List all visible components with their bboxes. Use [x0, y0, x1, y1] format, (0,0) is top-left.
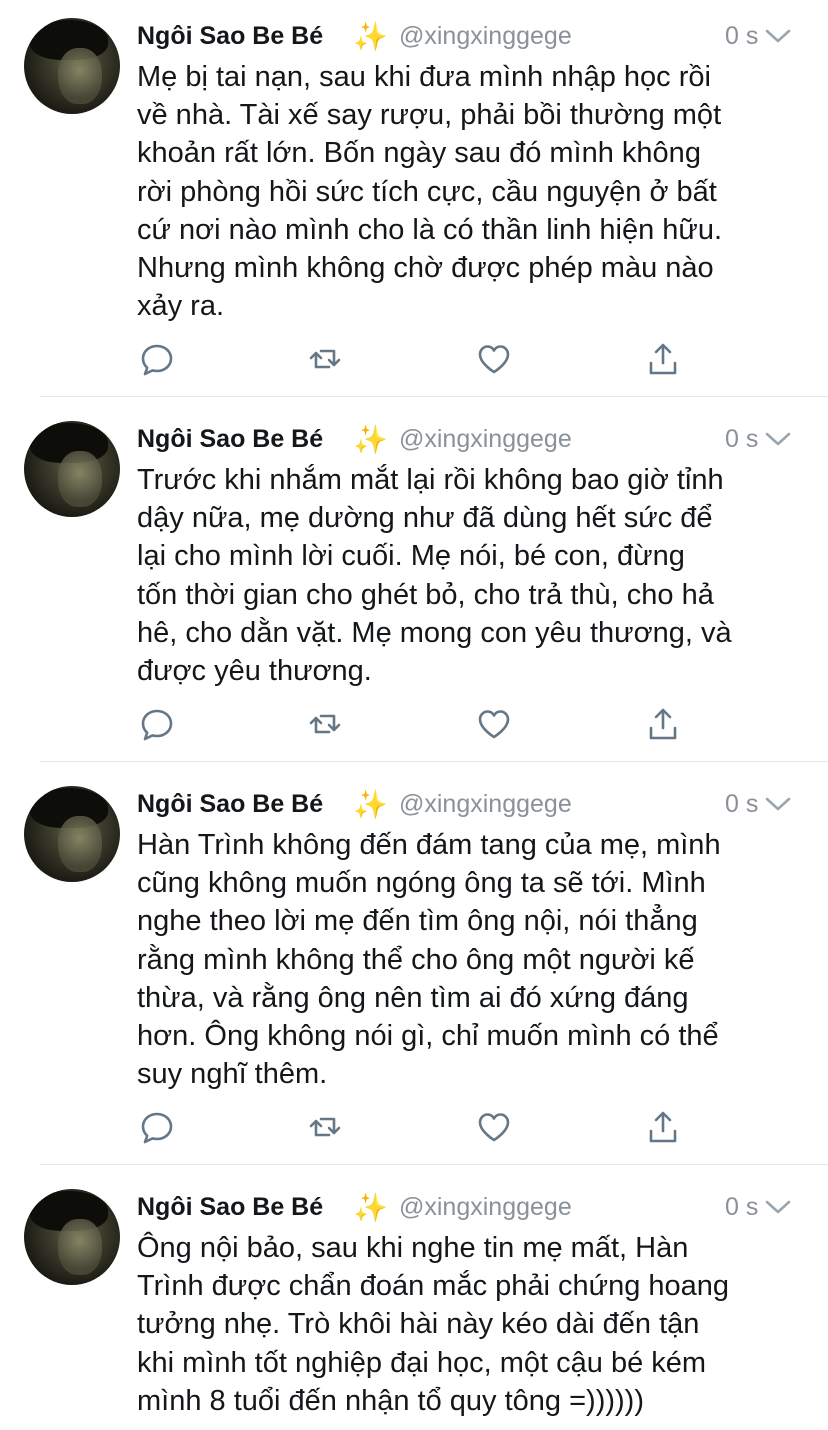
reply-button[interactable] — [137, 1107, 177, 1147]
chevron-down-icon[interactable] — [763, 26, 793, 46]
tweet-text-line: rằng mình không thể cho ông một người kế — [137, 943, 695, 976]
tweet-text: Mẹ bị tai nạn, sau khi đưa mình nhập học… — [137, 58, 807, 325]
like-button[interactable] — [474, 1107, 514, 1147]
reply-icon — [141, 1112, 173, 1144]
tweet-text-line: Nhưng mình không chờ được phép màu nào — [137, 252, 714, 285]
retweet-icon — [309, 714, 341, 734]
tweet-text-line: hê, cho dằn vặt. Mẹ mong con yêu thương,… — [137, 616, 732, 649]
timestamp[interactable]: 0 s — [725, 1193, 758, 1222]
tweet-text-line: Hàn Trình không đến đám tang của mẹ, mìn… — [137, 829, 721, 861]
display-name[interactable]: Ngôi Sao Be Bé — [137, 1193, 323, 1222]
timestamp[interactable]: 0 s — [725, 22, 758, 51]
tweet-text-line: mình 8 tuổi đến nhận tổ quy tông =)))))) — [137, 1384, 644, 1417]
tweet-text-line: dậy nữa, mẹ dường như đã dùng hết sức để — [137, 502, 713, 535]
tweet-text-line: tốn thời gian cho ghét bỏ, cho trả thù, … — [137, 578, 714, 611]
tweet-text-line: nghe theo lời mẹ đến tìm ông nội, nói th… — [137, 905, 698, 938]
timestamp[interactable]: 0 s — [725, 425, 758, 454]
tweet-header: Ngôi Sao Be Bé ✨ @xingxinggege 0 s — [137, 21, 797, 58]
tweet-text-line: lại cho mình lời cuối. Mẹ nói, bé con, đ… — [137, 540, 685, 573]
tweet-feed: Ngôi Sao Be Bé ✨ @xingxinggege 0 s Mẹ bị… — [0, 0, 828, 1430]
share-button[interactable] — [643, 1107, 683, 1147]
tweet-text: Hàn Trình không đến đám tang của mẹ, mìn… — [137, 826, 807, 1093]
tweet-text: Trước khi nhắm mắt lại rồi không bao giờ… — [137, 461, 807, 690]
tweet[interactable]: Ngôi Sao Be Bé ✨ @xingxinggege 0 s Mẹ bị… — [0, 0, 828, 397]
sparkle-icon: ✨ — [353, 21, 388, 52]
chevron-down-icon[interactable] — [763, 429, 793, 449]
reply-icon — [141, 709, 173, 741]
tweet-text-line: xảy ra. — [137, 290, 225, 323]
display-name[interactable]: Ngôi Sao Be Bé — [137, 22, 323, 51]
timestamp[interactable]: 0 s — [725, 790, 758, 819]
display-name[interactable]: Ngôi Sao Be Bé — [137, 790, 323, 819]
avatar[interactable] — [24, 786, 120, 882]
share-button[interactable] — [643, 704, 683, 744]
tweet-text-line: Trình được chẩn đoán mắc phải chứng hoan… — [137, 1270, 730, 1303]
like-icon — [478, 345, 510, 374]
tweet-text-line: về nhà. Tài xế say rượu, phải bồi thường… — [137, 99, 722, 132]
retweet-icon — [309, 349, 341, 369]
tweet[interactable]: Ngôi Sao Be Bé ✨ @xingxinggege 0 s Ông n… — [0, 1165, 828, 1430]
tweet-header: Ngôi Sao Be Bé ✨ @xingxinggege 0 s — [137, 789, 797, 826]
handle[interactable]: @xingxinggege — [399, 425, 572, 454]
tweet-text-line: khoản rất lớn. Bốn ngày sau đó mình khôn… — [137, 137, 701, 170]
retweet-button[interactable] — [305, 704, 345, 744]
tweet-text-line: hơn. Ông không nói gì, chỉ muốn mình có … — [137, 1020, 719, 1053]
like-button[interactable] — [474, 339, 514, 379]
tweet-text-line: suy nghĩ thêm. — [137, 1058, 328, 1091]
share-icon — [649, 343, 677, 375]
share-icon — [649, 1111, 677, 1143]
display-name[interactable]: Ngôi Sao Be Bé — [137, 425, 323, 454]
sparkle-icon: ✨ — [353, 789, 388, 820]
sparkle-icon: ✨ — [353, 1192, 388, 1223]
tweet-text-line: Ông nội bảo, sau khi nghe tin mẹ mất, Hà… — [137, 1232, 689, 1264]
reply-button[interactable] — [137, 704, 177, 744]
tweet-text-line: Mẹ bị tai nạn, sau khi đưa mình nhập học… — [137, 61, 711, 93]
tweet-text-line: rời phòng hồi sức tích cực, cầu nguyện ở… — [137, 175, 717, 208]
handle[interactable]: @xingxinggege — [399, 790, 572, 819]
tweet-actions — [137, 1107, 697, 1147]
chevron-down-icon[interactable] — [763, 1197, 793, 1217]
avatar[interactable] — [24, 421, 120, 517]
handle[interactable]: @xingxinggege — [399, 1193, 572, 1222]
retweet-button[interactable] — [305, 1107, 345, 1147]
handle[interactable]: @xingxinggege — [399, 22, 572, 51]
tweet-header: Ngôi Sao Be Bé ✨ @xingxinggege 0 s — [137, 1192, 797, 1229]
tweet[interactable]: Ngôi Sao Be Bé ✨ @xingxinggege 0 s Hàn T… — [0, 762, 828, 1165]
avatar[interactable] — [24, 1189, 120, 1285]
retweet-button[interactable] — [305, 339, 345, 379]
share-icon — [649, 708, 677, 740]
tweet-text-line: cũng không muốn ngóng ông ta sẽ tới. Mìn… — [137, 867, 706, 900]
tweet-text-line: được yêu thương. — [137, 655, 372, 688]
tweet-header: Ngôi Sao Be Bé ✨ @xingxinggege 0 s — [137, 424, 797, 461]
tweet-text-line: cứ nơi nào mình cho là có thần linh hiện… — [137, 213, 723, 246]
like-icon — [478, 1113, 510, 1142]
tweet-text: Ông nội bảo, sau khi nghe tin mẹ mất, Hà… — [137, 1229, 807, 1420]
like-button[interactable] — [474, 704, 514, 744]
tweet-text-line: thừa, và rằng ông nên tìm ai đó xứng đán… — [137, 981, 689, 1014]
avatar[interactable] — [24, 18, 120, 114]
tweet-text-line: khi mình tốt nghiệp đại học, một cậu bé … — [137, 1346, 707, 1379]
tweet[interactable]: Ngôi Sao Be Bé ✨ @xingxinggege 0 s Trước… — [0, 397, 828, 762]
reply-icon — [141, 344, 173, 376]
tweet-actions — [137, 704, 697, 744]
reply-button[interactable] — [137, 339, 177, 379]
sparkle-icon: ✨ — [353, 424, 388, 455]
share-button[interactable] — [643, 339, 683, 379]
tweet-actions — [137, 339, 697, 379]
like-icon — [478, 710, 510, 739]
tweet-text-line: Trước khi nhắm mắt lại rồi không bao giờ… — [137, 464, 724, 496]
tweet-text-line: tưởng nhẹ. Trò khôi hài này kéo dài đến … — [137, 1308, 700, 1341]
retweet-icon — [309, 1117, 341, 1137]
chevron-down-icon[interactable] — [763, 794, 793, 814]
